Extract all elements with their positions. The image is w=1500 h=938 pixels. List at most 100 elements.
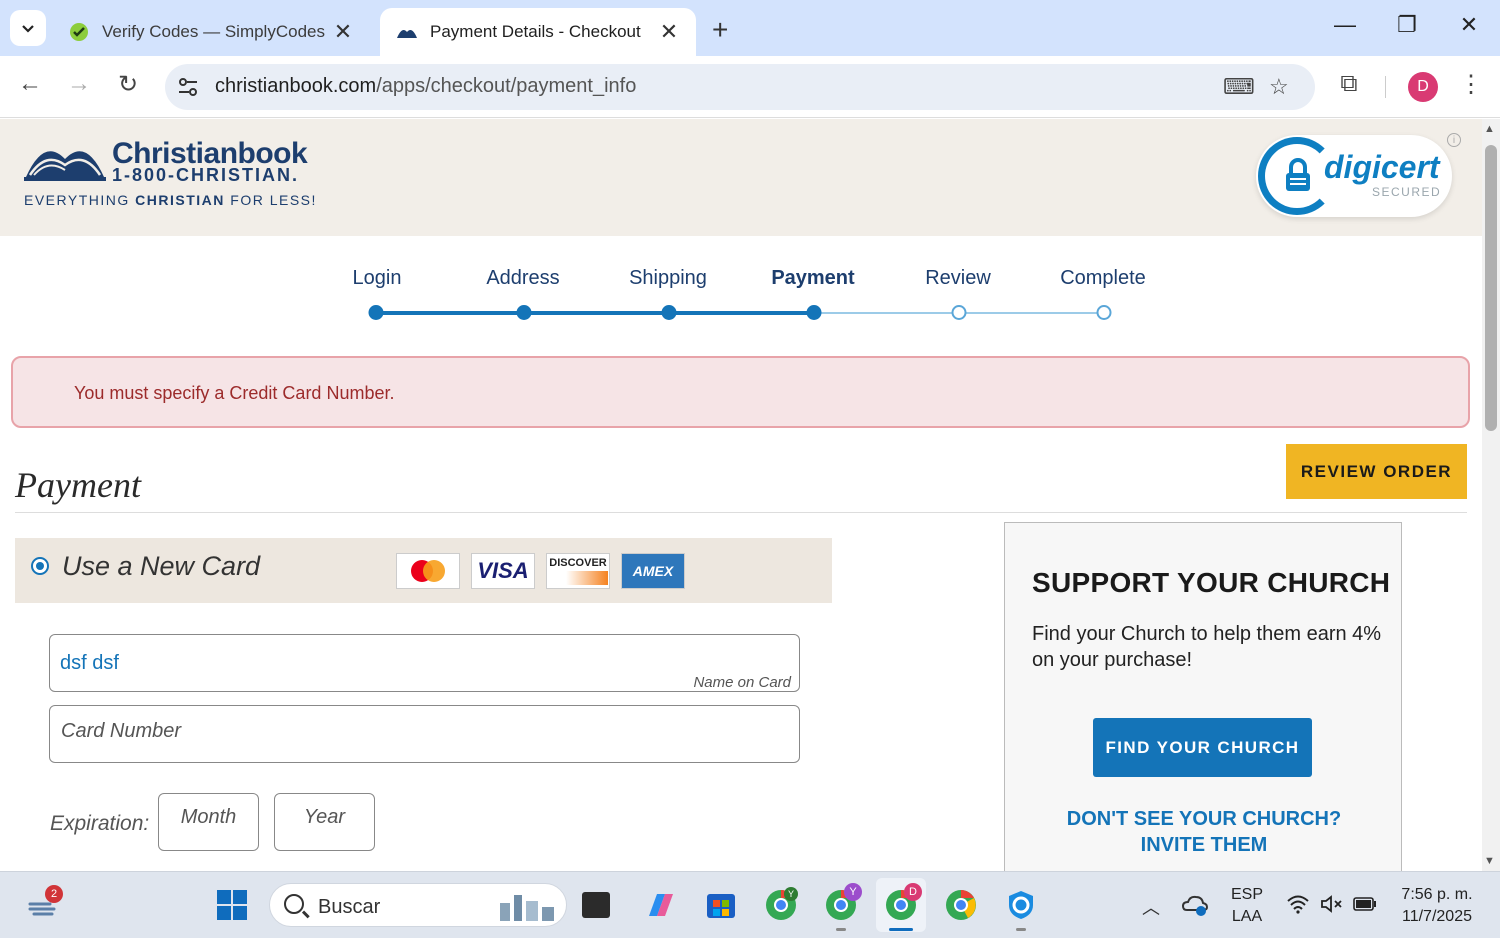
- active-indicator: [889, 928, 913, 931]
- browser-tab-strip: Verify Codes — SimplyCodes ✕ Payment Det…: [0, 0, 1500, 56]
- clock[interactable]: 7:56 p. m. 11/7/2025: [1392, 884, 1482, 928]
- minimize-icon[interactable]: —: [1325, 12, 1365, 38]
- onedrive-icon[interactable]: [1181, 892, 1209, 918]
- restore-icon[interactable]: ❐: [1387, 12, 1427, 38]
- site-info-icon[interactable]: [177, 76, 199, 98]
- tagline-part: FOR LESS!: [224, 192, 317, 208]
- church-body: Find your Church to help them earn 4% on…: [1032, 623, 1382, 671]
- new-tab-icon[interactable]: +: [712, 14, 728, 46]
- error-alert: You must specify a Credit Card Number.: [11, 356, 1470, 428]
- step-dot-payment: [806, 305, 822, 320]
- battery-icon[interactable]: [1353, 897, 1377, 916]
- name-on-card-field[interactable]: dsf dsf Name on Card: [49, 634, 800, 692]
- expiration-month-select[interactable]: Month: [158, 793, 259, 851]
- language-indicator[interactable]: ESP LAA: [1226, 884, 1268, 928]
- scroll-down-icon[interactable]: ▼: [1484, 855, 1495, 867]
- windows-start-icon[interactable]: [215, 888, 249, 922]
- page-title: Payment: [15, 465, 141, 505]
- card-number-field[interactable]: Card Number: [49, 705, 800, 763]
- copilot-icon[interactable]: [643, 888, 677, 922]
- new-card-radio[interactable]: [31, 557, 49, 575]
- scroll-up-icon[interactable]: ▲: [1484, 123, 1495, 135]
- step-payment: Payment: [771, 267, 855, 289]
- progress-track-complete: [376, 311, 814, 315]
- support-church-panel: SUPPORT YOUR CHURCH Find your Church to …: [1004, 522, 1402, 871]
- url-text[interactable]: christianbook.com/apps/checkout/payment_…: [215, 75, 636, 98]
- step-dot-review: [951, 305, 967, 320]
- logo-tagline: EVERYTHING CHRISTIAN FOR LESS!: [24, 192, 317, 208]
- digicert-brand: digicert: [1324, 149, 1440, 185]
- url-domain: christianbook.com: [215, 75, 377, 97]
- checkout-progress: Login Address Shipping Payment Review Co…: [0, 259, 1482, 329]
- extensions-icon[interactable]: ⧉: [1332, 70, 1366, 98]
- step-dot-complete: [1096, 305, 1112, 320]
- step-dot-shipping: [661, 305, 677, 320]
- clock-time: 7:56 p. m.: [1401, 886, 1473, 903]
- clock-date: 11/7/2025: [1402, 908, 1472, 925]
- language-line-1: ESP: [1230, 886, 1263, 903]
- chrome-icon[interactable]: [944, 888, 978, 922]
- address-bar[interactable]: christianbook.com/apps/checkout/payment_…: [165, 64, 1315, 110]
- visa-icon: VISA: [471, 553, 535, 589]
- search-highlight-icon: [500, 895, 554, 921]
- microsoft-store-icon[interactable]: [704, 888, 738, 922]
- visa-text: VISA: [477, 558, 529, 583]
- taskbar-search-label: Buscar: [318, 896, 381, 918]
- close-tab-icon[interactable]: ✕: [332, 19, 354, 45]
- tab-payment-details[interactable]: Payment Details - Checkout ✕: [380, 8, 696, 56]
- discover-text: DISCOVER: [549, 557, 607, 569]
- step-review: Review: [925, 267, 991, 289]
- file-explorer-icon[interactable]: [582, 892, 610, 918]
- language-line-2: LAA: [1231, 908, 1263, 925]
- step-dot-address: [516, 305, 532, 320]
- expiration-year-select[interactable]: Year: [274, 793, 375, 851]
- christianbook-favicon-icon: [396, 21, 418, 43]
- new-card-label: Use a New Card: [62, 551, 261, 581]
- profile-avatar[interactable]: D: [1408, 72, 1438, 102]
- taskbar-search[interactable]: Buscar: [269, 883, 567, 927]
- tab-title: Payment Details - Checkout: [430, 22, 641, 41]
- tab-simplycodes[interactable]: Verify Codes — SimplyCodes ✕: [52, 8, 370, 56]
- back-icon[interactable]: ←: [13, 70, 47, 98]
- review-order-button[interactable]: REVIEW ORDER: [1286, 444, 1467, 499]
- invite-church-link[interactable]: DON'T SEE YOUR CHURCH? INVITE THEM: [1005, 806, 1403, 858]
- checkout-page: Christianbook 1-800-CHRISTIAN. EVERYTHIN…: [0, 119, 1482, 871]
- bookmark-star-icon[interactable]: ☆: [1269, 74, 1289, 100]
- translate-icon[interactable]: ⌨: [1223, 74, 1255, 100]
- divider: [15, 512, 1467, 513]
- new-card-option[interactable]: Use a New Card VISA DISCOVER AMEX: [15, 538, 832, 603]
- step-dot-login: [368, 305, 384, 320]
- invite-line-1: DON'T SEE YOUR CHURCH?: [1066, 808, 1342, 830]
- step-shipping[interactable]: Shipping: [629, 267, 707, 290]
- browser-toolbar: ← → ↻ christianbook.com/apps/checkout/pa…: [0, 56, 1500, 118]
- windows-taskbar: 2 Buscar Y Y D ︿ ESP LAA 7:56 p. m. 11/7…: [0, 871, 1500, 938]
- scrollbar-thumb[interactable]: [1485, 145, 1497, 431]
- tab-title: Verify Codes — SimplyCodes: [102, 22, 325, 41]
- chevron-down-icon: [22, 25, 34, 33]
- page-scrollbar[interactable]: ▲ ▼: [1482, 119, 1500, 871]
- tab-search-button[interactable]: [10, 10, 46, 46]
- expiration-label: Expiration:: [50, 812, 150, 835]
- invite-line-2: INVITE THEM: [1140, 834, 1268, 856]
- find-church-button[interactable]: FIND YOUR CHURCH: [1093, 718, 1312, 777]
- defender-shield-icon[interactable]: [1004, 888, 1038, 922]
- close-window-icon[interactable]: ✕: [1449, 12, 1489, 38]
- volume-muted-icon[interactable]: [1320, 894, 1344, 919]
- chrome-profile-badge: D: [904, 883, 922, 901]
- reload-icon[interactable]: ↻: [111, 70, 145, 99]
- card-number-placeholder: Card Number: [61, 720, 182, 742]
- menu-kebab-icon[interactable]: ⋮: [1454, 70, 1488, 99]
- lock-icon: [1286, 158, 1310, 191]
- step-address[interactable]: Address: [486, 267, 559, 290]
- site-header: Christianbook 1-800-CHRISTIAN. EVERYTHIN…: [0, 119, 1482, 236]
- step-login[interactable]: Login: [353, 267, 402, 290]
- mastercard-icon: [396, 553, 460, 589]
- discover-icon: DISCOVER: [546, 553, 610, 589]
- chevron-up-icon[interactable]: ︿: [1142, 894, 1160, 920]
- close-tab-icon[interactable]: ✕: [658, 19, 680, 45]
- info-icon[interactable]: i: [1447, 133, 1461, 147]
- forward-icon[interactable]: →: [62, 70, 96, 98]
- search-icon: [284, 894, 304, 914]
- digicert-seal[interactable]: digicert SECURED: [1256, 135, 1452, 217]
- wifi-icon[interactable]: [1286, 894, 1310, 919]
